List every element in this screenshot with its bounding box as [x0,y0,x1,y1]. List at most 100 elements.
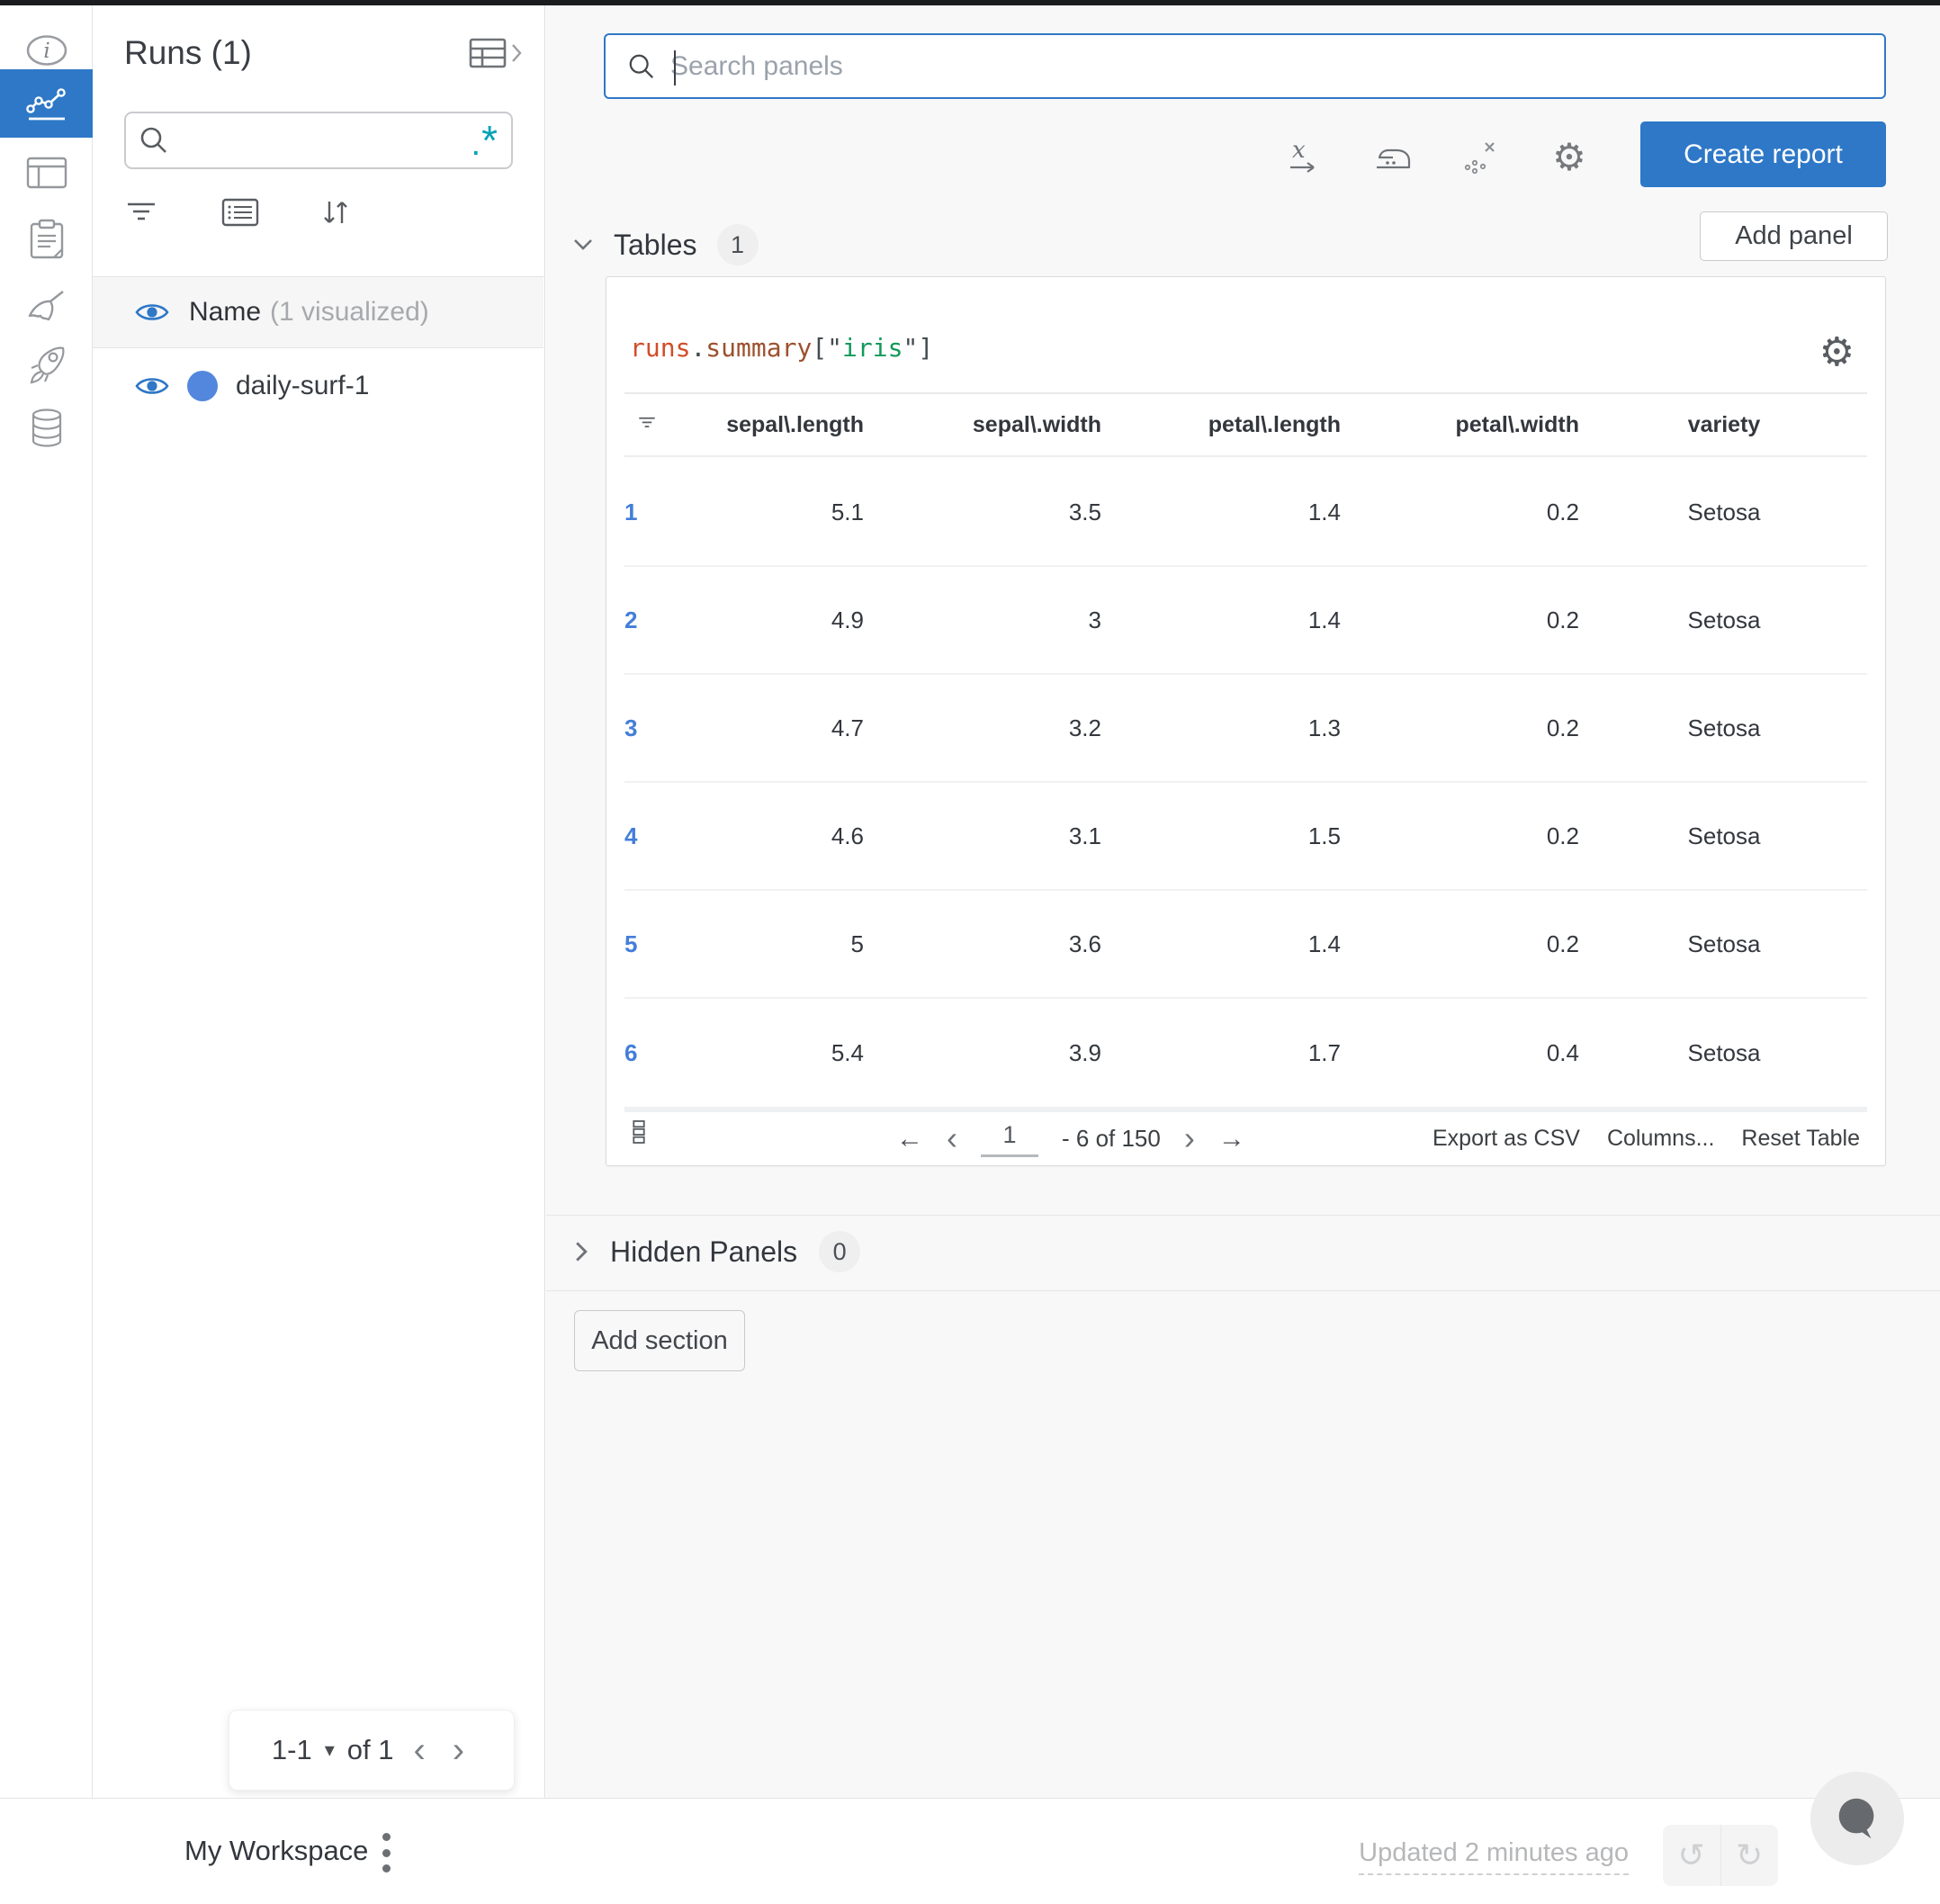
cell: 1.3 [1307,714,1341,741]
artifacts-database-icon[interactable] [0,394,93,463]
column-header[interactable]: sepal\.width [864,412,1101,438]
cell: 3.5 [1068,498,1101,525]
run-row[interactable]: daily-surf-1 [93,348,543,424]
next-page-button[interactable]: › [445,1732,472,1768]
visualized-count: (1 visualized) [270,297,429,327]
hidden-panels-label[interactable]: Hidden Panels [610,1235,797,1269]
row-number-link[interactable]: 6 [624,1039,675,1067]
export-csv-button[interactable]: Export as CSV [1433,1126,1580,1152]
cell: 1.5 [1307,822,1341,849]
x-axis-settings-icon[interactable]: x [1284,137,1325,178]
table-footer: ← ‹ 1 - 6 of 150 › → Export as CSV Colum… [606,1112,1885,1165]
prev-page-chevron[interactable]: ‹ [947,1122,957,1154]
table-row: 3 4.7 3.2 1.3 0.2 Setosa [624,675,1867,783]
next-page-chevron[interactable]: › [1184,1122,1195,1154]
prev-page-button[interactable]: ‹ [406,1732,432,1768]
table-row: 2 4.9 3 1.4 0.2 Setosa [624,567,1867,675]
cell: 0.2 [1546,498,1579,525]
panel-smoothing-iron-icon[interactable] [1372,137,1414,178]
run-color-dot [187,371,218,401]
chevron-right-icon[interactable] [574,1241,588,1262]
cell: 3.6 [1068,930,1101,957]
runs-sidebar: Runs (1) .* Name (1 visualized) daily-su… [93,5,545,1798]
table-pagination: ← ‹ 1 - 6 of 150 › → [896,1112,1245,1165]
code-close-bracket: "] [903,333,934,363]
column-header[interactable]: petal\.length [1101,412,1341,438]
support-chat-button[interactable] [1810,1772,1904,1865]
chevron-down-icon[interactable] [572,238,594,252]
column-header[interactable]: petal\.width [1341,412,1580,438]
panels-icon[interactable] [0,139,93,207]
run-name-link[interactable]: daily-surf-1 [236,371,369,401]
launch-rocket-icon[interactable] [0,331,93,400]
tables-count-badge: 1 [716,224,759,265]
runs-page-range[interactable]: 1-1 [272,1734,312,1766]
row-number-link[interactable]: 3 [624,714,675,742]
divider [546,1215,1940,1216]
cell: 3.9 [1068,1038,1101,1066]
visibility-eye-icon[interactable] [135,374,169,398]
regex-toggle[interactable]: .* [472,120,498,161]
code-runs: runs [630,333,691,363]
add-panel-button[interactable]: Add panel [1700,211,1888,261]
row-number-link[interactable]: 5 [624,930,675,958]
cell: Setosa [1687,714,1761,741]
panel-search-box [604,33,1886,99]
create-report-button[interactable]: Create report [1640,121,1886,187]
row-number-link[interactable]: 1 [624,498,675,526]
cell: 3 [1088,606,1101,633]
page-number-input[interactable]: 1 [981,1121,1038,1157]
cell: 1.4 [1307,930,1341,957]
add-section-button[interactable]: Add section [574,1310,745,1371]
row-number-link[interactable]: 2 [624,606,675,634]
cell: 0.2 [1546,606,1579,633]
filter-icon [128,202,155,220]
reset-table-button[interactable]: Reset Table [1741,1126,1860,1152]
group-button[interactable] [221,198,319,227]
regex-star: * [481,117,498,164]
name-column-header[interactable]: Name [189,297,261,328]
last-page-arrow[interactable]: → [1218,1124,1245,1154]
cell: Setosa [1687,822,1761,849]
panel-search-input[interactable] [670,50,1863,82]
column-header[interactable]: sepal\.length [675,412,864,438]
column-header[interactable]: variety [1579,412,1869,438]
runs-search-input[interactable] [180,126,472,155]
outliers-icon[interactable] [1460,137,1502,178]
redo-icon[interactable]: ↻ [1721,1825,1779,1886]
runs-controls [124,198,502,227]
tables-section-label[interactable]: Tables [614,229,697,262]
page-range-text: - 6 of 150 [1062,1125,1161,1152]
columns-button[interactable]: Columns... [1607,1126,1714,1152]
runs-table-expand-button[interactable] [469,38,523,68]
visibility-eye-icon[interactable] [135,301,169,324]
table-filter-icon[interactable] [624,415,675,436]
runs-table-icon [469,38,507,68]
table-row: 6 5.4 3.9 1.7 0.4 Setosa [624,999,1867,1107]
workspace-charts-icon[interactable] [0,69,93,138]
workspace-toolbar: x ⚙ [1284,137,1608,178]
chat-bubble-icon [1838,1798,1874,1839]
chevron-right-icon [512,44,522,62]
workspace-settings-gear-icon[interactable]: ⚙ [1549,137,1590,178]
runs-search-box: .* [124,112,513,169]
undo-icon[interactable]: ↺ [1663,1825,1721,1886]
cell: 4.9 [831,606,864,633]
notes-icon[interactable] [0,205,93,274]
first-page-arrow[interactable]: ← [896,1124,923,1154]
sort-button[interactable] [319,198,416,227]
panel-title-code[interactable]: runs.summary["iris"] [630,333,933,363]
filter-button[interactable] [124,200,221,225]
workspace-menu-kebab-icon[interactable] [378,1833,394,1873]
cell: Setosa [1687,606,1761,633]
table-row: 4 4.6 3.1 1.5 0.2 Setosa [624,783,1867,891]
row-height-icon[interactable] [632,1119,646,1149]
undo-redo-group: ↺ ↻ [1663,1825,1778,1886]
last-updated-text[interactable]: Updated 2 minutes ago [1359,1838,1629,1875]
text-caret [674,50,676,85]
workspace-name[interactable]: My Workspace [184,1835,368,1867]
table-header-row: sepal\.length sepal\.width petal\.length… [624,394,1867,457]
panel-settings-gear-icon[interactable]: ⚙ [1819,333,1855,373]
row-number-link[interactable]: 4 [624,822,675,850]
page-size-caret-icon[interactable]: ▾ [325,1738,335,1762]
